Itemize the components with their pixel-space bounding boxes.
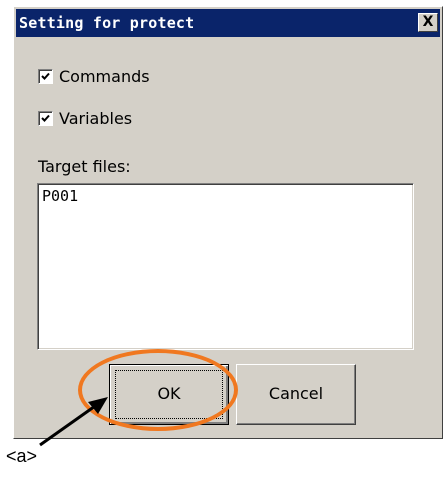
- callout-label: <a>: [6, 446, 38, 466]
- screenshot-page: Setting for protect X Commands Variables…: [0, 0, 446, 495]
- checkmark-icon: [41, 114, 50, 122]
- target-files-value: P001: [42, 187, 79, 205]
- ok-button[interactable]: OK: [109, 364, 229, 425]
- title-bar: Setting for protect X: [16, 9, 440, 37]
- cancel-button-label: Cancel: [268, 384, 324, 403]
- ok-button-label: OK: [157, 384, 181, 403]
- commands-checkbox[interactable]: [38, 68, 53, 84]
- close-button[interactable]: X: [418, 13, 438, 32]
- target-files-input[interactable]: P001: [37, 183, 414, 350]
- variables-label: Variables: [59, 108, 133, 128]
- variables-option[interactable]: Variables: [38, 108, 132, 128]
- checkmark-icon: [41, 72, 50, 80]
- target-files-label: Target files:: [38, 157, 131, 176]
- commands-option[interactable]: Commands: [38, 66, 150, 86]
- protect-settings-dialog: Setting for protect X Commands Variables…: [13, 6, 443, 439]
- variables-checkbox[interactable]: [38, 110, 53, 126]
- close-icon: X: [422, 14, 434, 30]
- window-title: Setting for protect: [19, 14, 195, 32]
- commands-label: Commands: [59, 66, 150, 86]
- cancel-button[interactable]: Cancel: [236, 364, 356, 425]
